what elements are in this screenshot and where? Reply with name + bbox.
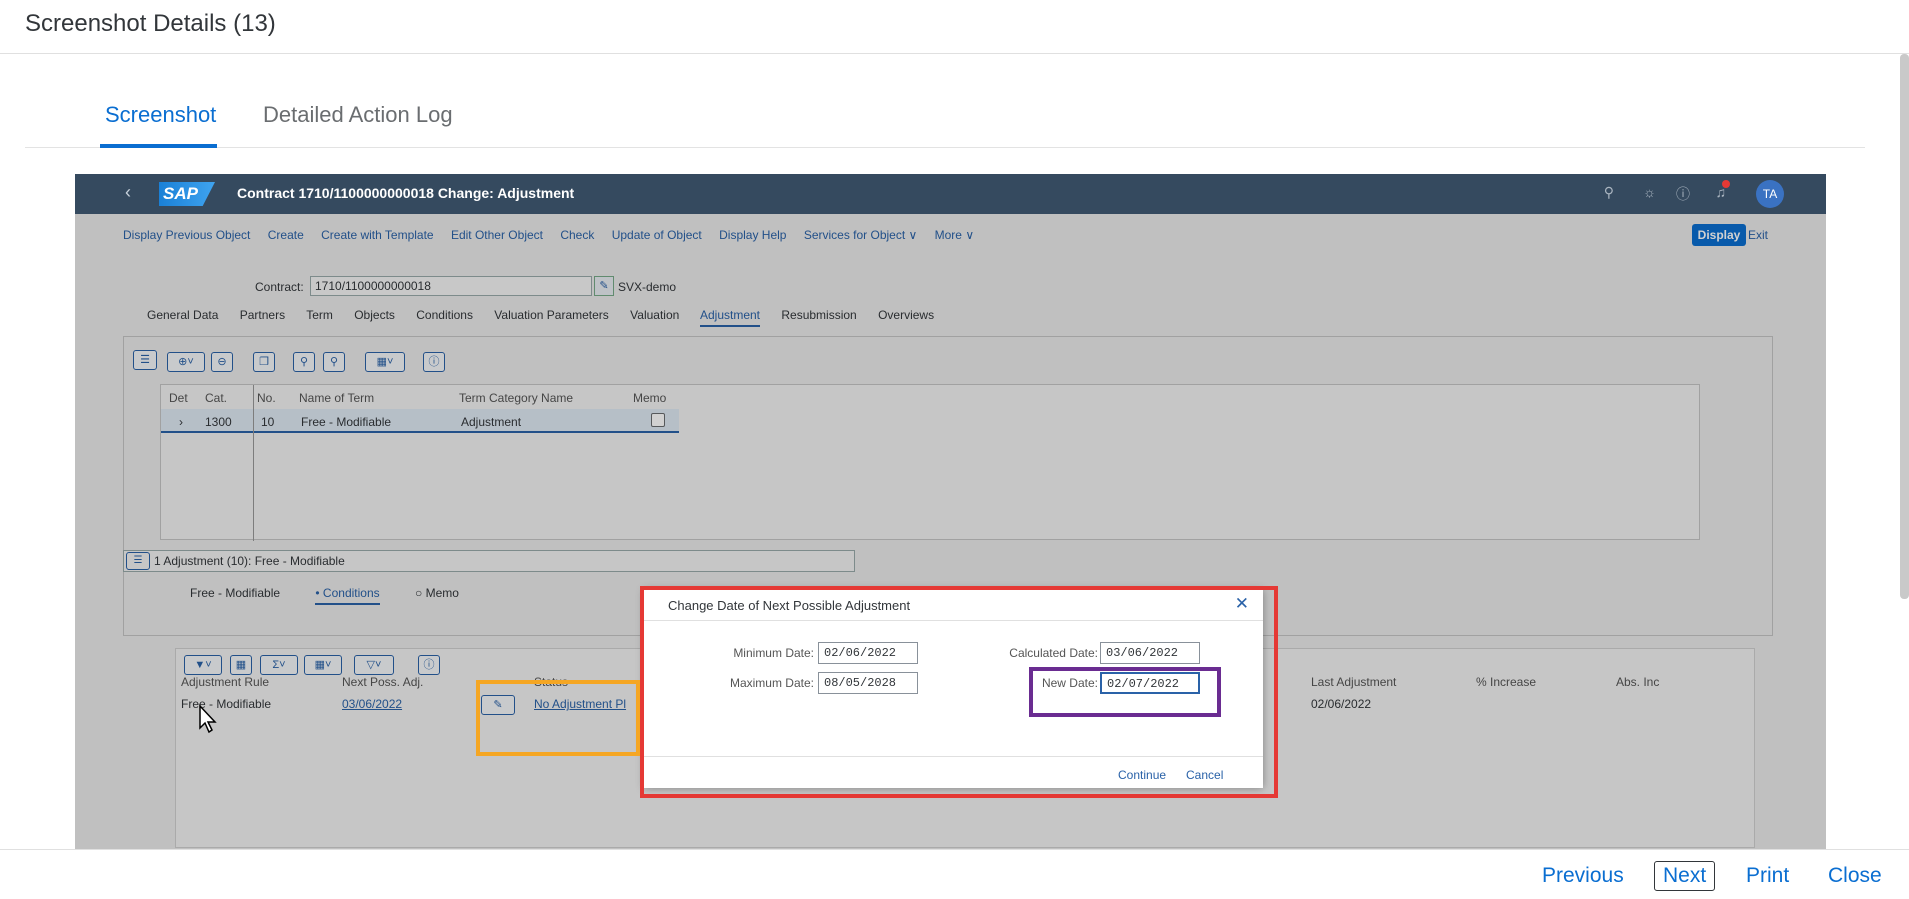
active-tab-indicator bbox=[100, 144, 217, 148]
page-header: Screenshot Details (13) bbox=[0, 0, 1909, 54]
copilot-icon[interactable]: ☼ bbox=[1643, 184, 1656, 200]
tab-detailed-action-log[interactable]: Detailed Action Log bbox=[263, 102, 453, 128]
close-button[interactable]: Close bbox=[1828, 864, 1882, 888]
next-button[interactable]: Next bbox=[1654, 861, 1716, 891]
mouse-cursor-icon bbox=[198, 704, 218, 739]
footer-bar: Previous Next Print Close bbox=[0, 849, 1909, 899]
sap-shell-bar: ‹ SAP Contract 1710/1100000000018 Change… bbox=[75, 174, 1826, 214]
help-icon[interactable]: ⓘ bbox=[1676, 184, 1690, 204]
highlight-box-yellow bbox=[476, 680, 640, 756]
app-title: Contract 1710/1100000000018 Change: Adju… bbox=[237, 185, 575, 201]
print-button[interactable]: Print bbox=[1746, 864, 1789, 888]
notification-badge bbox=[1722, 180, 1730, 188]
back-icon[interactable]: ‹ bbox=[125, 182, 131, 203]
tab-screenshot[interactable]: Screenshot bbox=[105, 102, 216, 128]
previous-button[interactable]: Previous bbox=[1542, 864, 1624, 888]
scrollbar[interactable] bbox=[1900, 54, 1909, 599]
page-title: Screenshot Details (13) bbox=[25, 10, 276, 37]
tab-bar: Screenshot Detailed Action Log bbox=[25, 94, 1865, 148]
search-icon[interactable]: ⚲ bbox=[1604, 184, 1614, 201]
highlight-box-purple bbox=[1029, 667, 1221, 717]
sap-logo: SAP bbox=[159, 182, 215, 206]
avatar[interactable]: TA bbox=[1756, 180, 1784, 208]
